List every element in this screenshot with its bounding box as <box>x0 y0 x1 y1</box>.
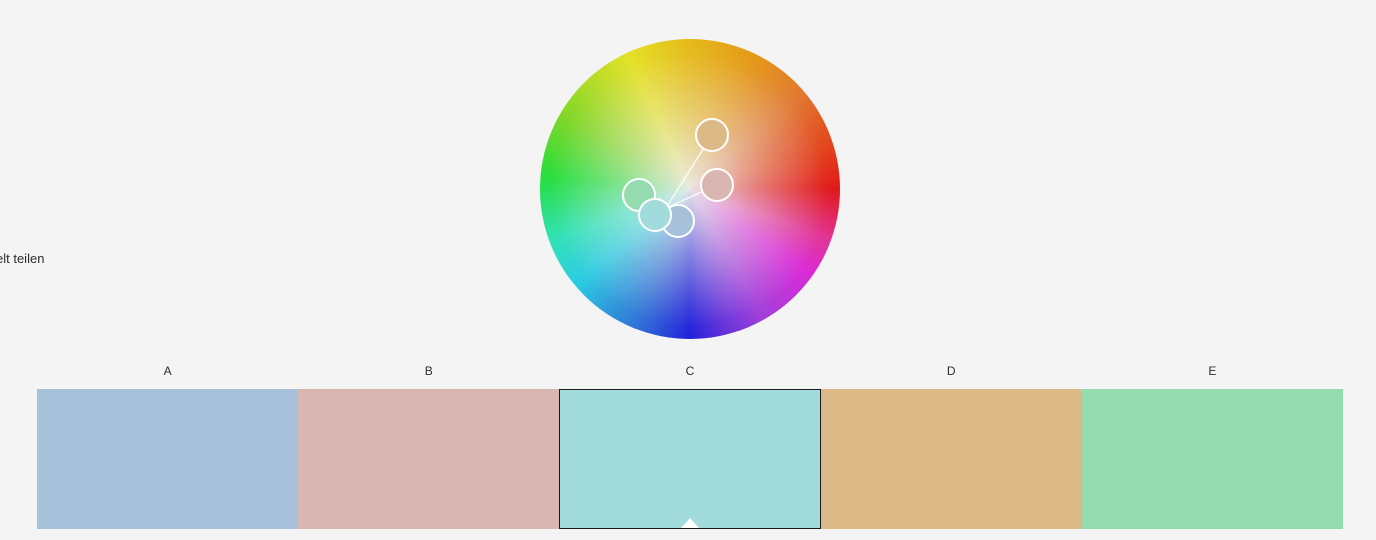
swatch-strip <box>37 389 1343 529</box>
color-handle-b[interactable] <box>700 168 734 202</box>
color-swatch-c[interactable] <box>558 389 822 529</box>
color-wheel[interactable] <box>540 39 840 339</box>
swatch-labels: A B C D E <box>37 364 1343 380</box>
color-swatch-d[interactable] <box>821 389 1083 529</box>
swatch-label-b: B <box>424 364 433 378</box>
share-text-fragment: elt teilen <box>0 251 45 266</box>
swatch-label-a: A <box>163 364 172 378</box>
color-handle-c[interactable] <box>638 198 672 232</box>
color-wheel-handles <box>622 118 734 238</box>
color-handle-d[interactable] <box>695 118 729 152</box>
active-swatch-caret-icon <box>680 518 699 528</box>
color-swatch-e[interactable] <box>1082 389 1343 529</box>
swatch-label-c: C <box>685 364 695 378</box>
swatch-label-e: E <box>1208 364 1217 378</box>
color-swatch-a[interactable] <box>37 389 298 529</box>
swatch-label-d: D <box>946 364 956 378</box>
color-swatch-b[interactable] <box>297 389 559 529</box>
